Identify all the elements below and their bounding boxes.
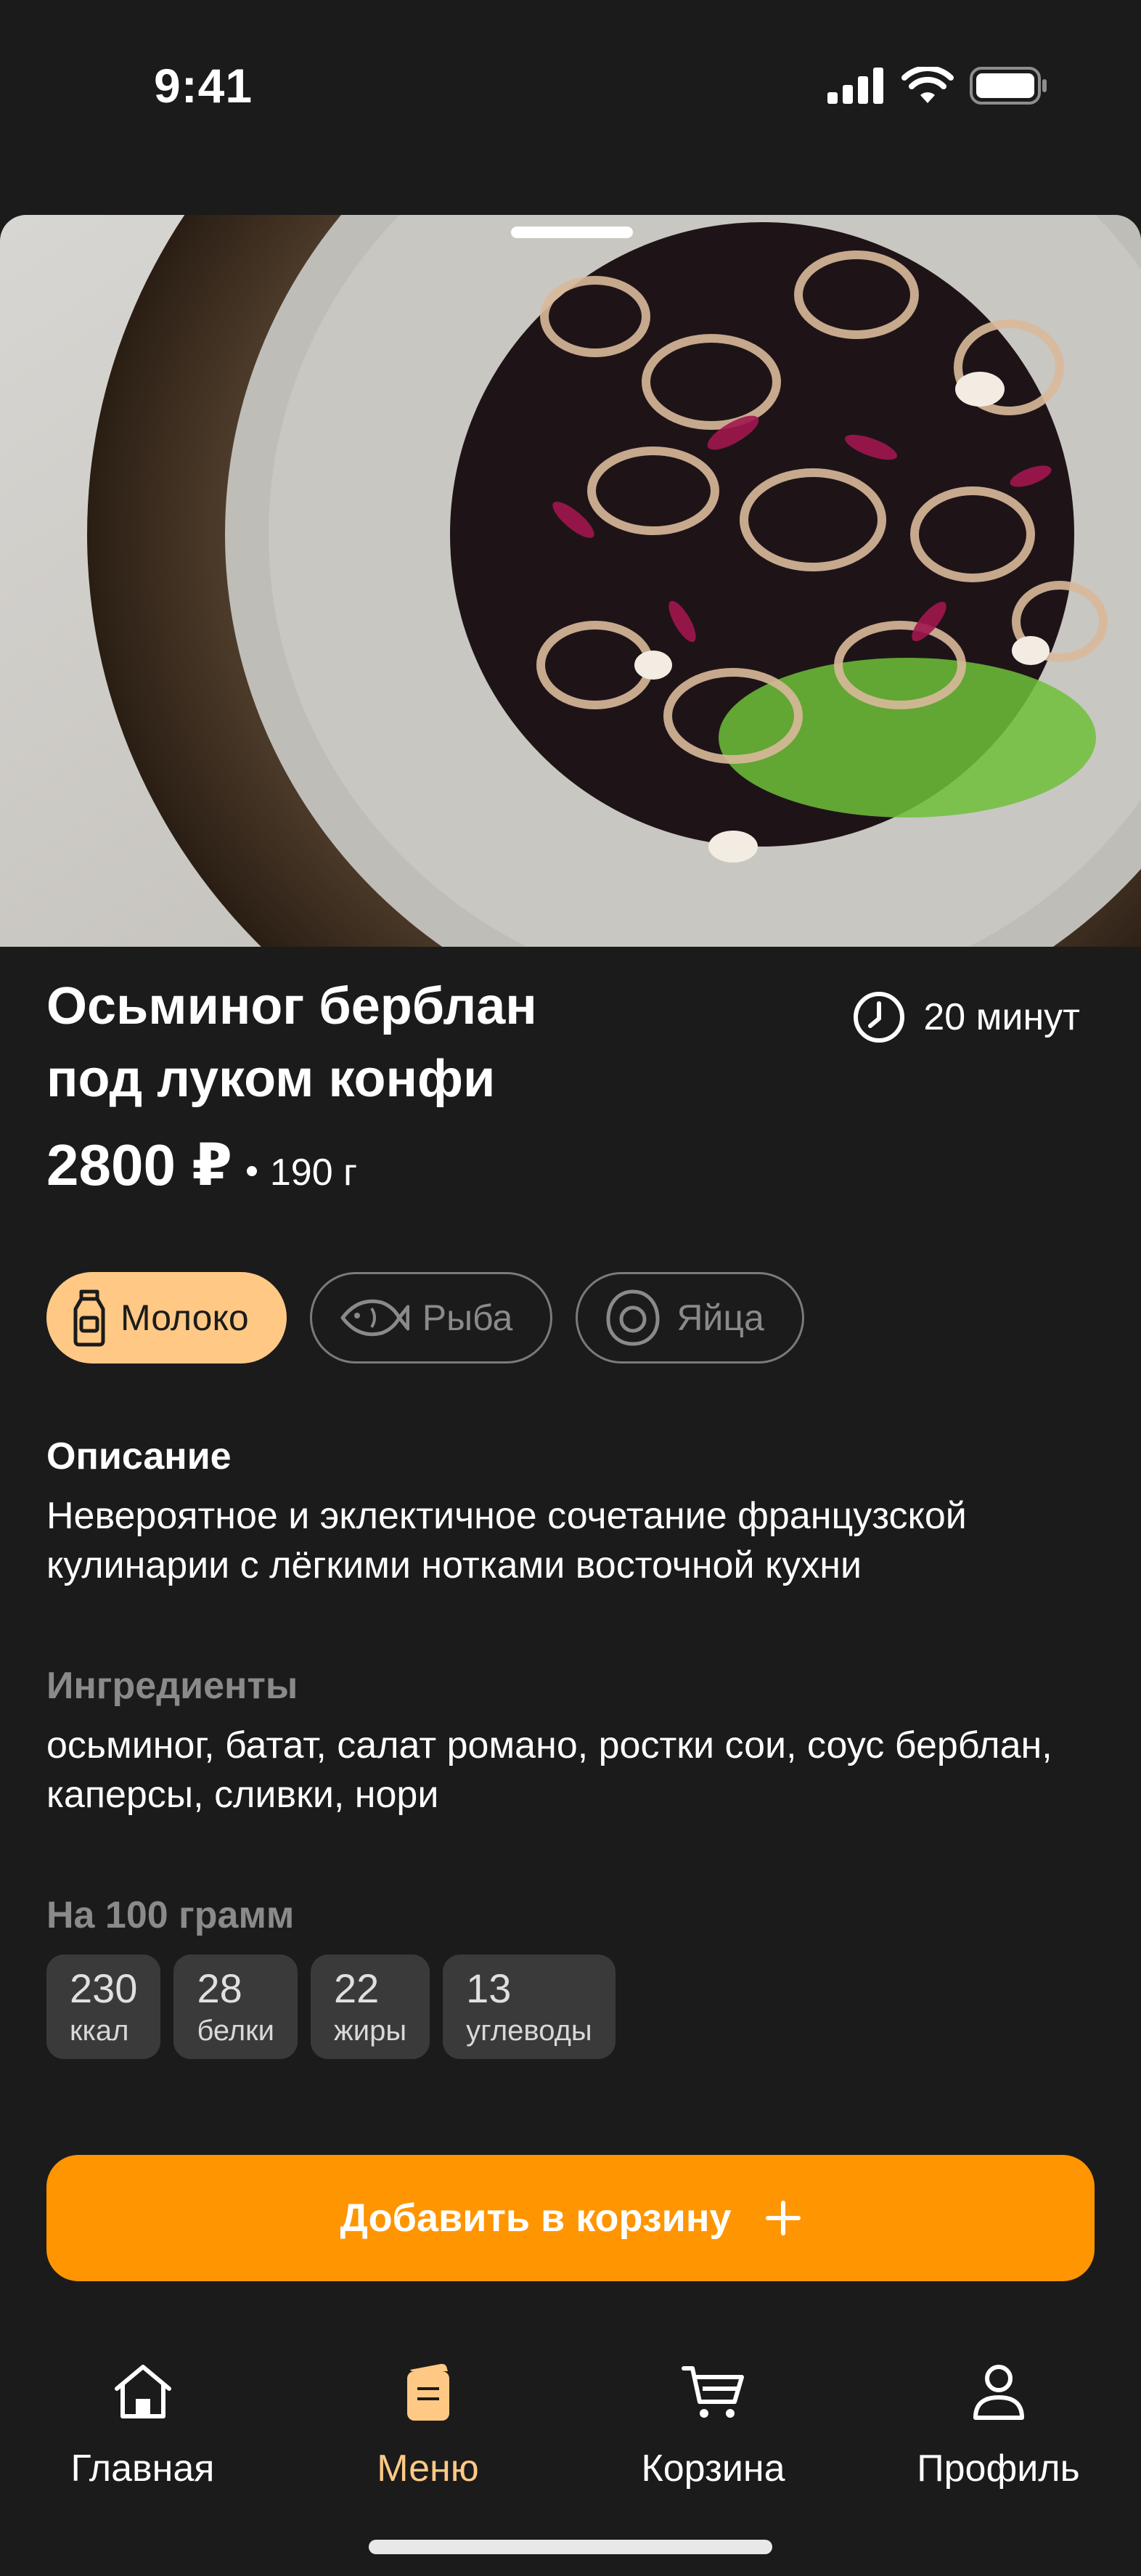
status-time: 9:41 <box>154 59 253 113</box>
tab-label: Профиль <box>917 2447 1080 2490</box>
description-title: Описание <box>46 1435 232 1477</box>
ingredients-text: осьминог, батат, салат романо, ростки со… <box>46 1724 1052 1816</box>
weight: 190 г <box>269 1152 358 1194</box>
nutrition-item-carbs: 13 углеводы <box>443 1955 616 2059</box>
cook-time-label: 20 минут <box>923 996 1080 1038</box>
status-icons <box>827 67 1048 105</box>
battery-icon <box>970 67 1047 105</box>
nutrition-value: 22 <box>334 1965 380 2011</box>
plus-icon <box>765 2201 801 2235</box>
egg-icon <box>606 1289 660 1346</box>
dish-photo <box>0 215 1141 947</box>
nutrition-item-fat: 22 жиры <box>311 1955 430 2059</box>
ingredients-title: Ингредиенты <box>46 1665 298 1707</box>
tab-profile[interactable]: Профиль <box>856 2352 1141 2498</box>
chip-milk[interactable]: Молоко <box>46 1272 287 1364</box>
allergen-chips: Молоко Рыба Яйца <box>46 1272 804 1364</box>
nutrition-label: ккал <box>70 2015 129 2047</box>
price-row: 2800 ₽ 190 г <box>46 1131 357 1199</box>
menu-icon <box>406 2363 449 2421</box>
chip-label: Яйца <box>676 1297 764 1338</box>
profile-icon <box>973 2365 1024 2420</box>
nutrition-item-protein: 28 белки <box>173 1955 298 2059</box>
home-icon <box>114 2365 171 2418</box>
nutrition-label: жиры <box>334 2015 407 2047</box>
wifi-icon <box>901 67 954 103</box>
description-text: Невероятное и эклектичное сочетание фран… <box>46 1495 967 1586</box>
separator-dot <box>246 1166 257 1176</box>
fish-icon <box>340 1299 409 1337</box>
cook-time: 20 минут <box>852 990 1080 1044</box>
tab-label: Главная <box>70 2447 215 2490</box>
add-to-cart-label: Добавить в корзину <box>340 2196 732 2240</box>
home-indicator[interactable] <box>369 2540 772 2554</box>
tab-label: Корзина <box>641 2447 785 2490</box>
tab-cart[interactable]: Корзина <box>570 2352 856 2498</box>
tab-label: Меню <box>377 2447 479 2490</box>
clock-icon <box>854 992 905 1043</box>
milk-bottle-icon <box>73 1289 105 1347</box>
add-to-cart-button[interactable]: Добавить в корзину <box>46 2155 1095 2281</box>
tab-bar: Главная Меню Корзина Профиль <box>0 2352 1141 2498</box>
nutrition-facts: 230 ккал 28 белки 22 жиры 13 углеводы <box>46 1955 616 2059</box>
nutrition-value: 13 <box>466 1965 512 2011</box>
nutrition-label: белки <box>197 2015 274 2047</box>
nutrition-label: углеводы <box>466 2015 592 2047</box>
chip-eggs[interactable]: Яйца <box>576 1272 804 1364</box>
dish-detail-screen: 9:41 Осьминог берблан под луком конфи 20… <box>0 0 1141 2576</box>
nutrition-value: 230 <box>70 1965 138 2011</box>
tab-home[interactable]: Главная <box>0 2352 285 2498</box>
dish-title: Осьминог берблан под луком конфи <box>46 977 537 1108</box>
nutrition-value: 28 <box>197 1965 242 2011</box>
chip-label: Рыба <box>422 1297 513 1338</box>
nutrition-title: На 100 грамм <box>46 1894 295 1936</box>
cellular-signal-icon <box>827 68 883 104</box>
tab-menu[interactable]: Меню <box>285 2352 570 2498</box>
cart-icon <box>681 2366 744 2418</box>
sheet-grabber[interactable] <box>511 227 633 238</box>
chip-label: Молоко <box>120 1297 249 1338</box>
price: 2800 ₽ <box>46 1133 232 1197</box>
chip-fish[interactable]: Рыба <box>309 1272 553 1364</box>
nutrition-item-kcal: 230 ккал <box>46 1955 161 2059</box>
